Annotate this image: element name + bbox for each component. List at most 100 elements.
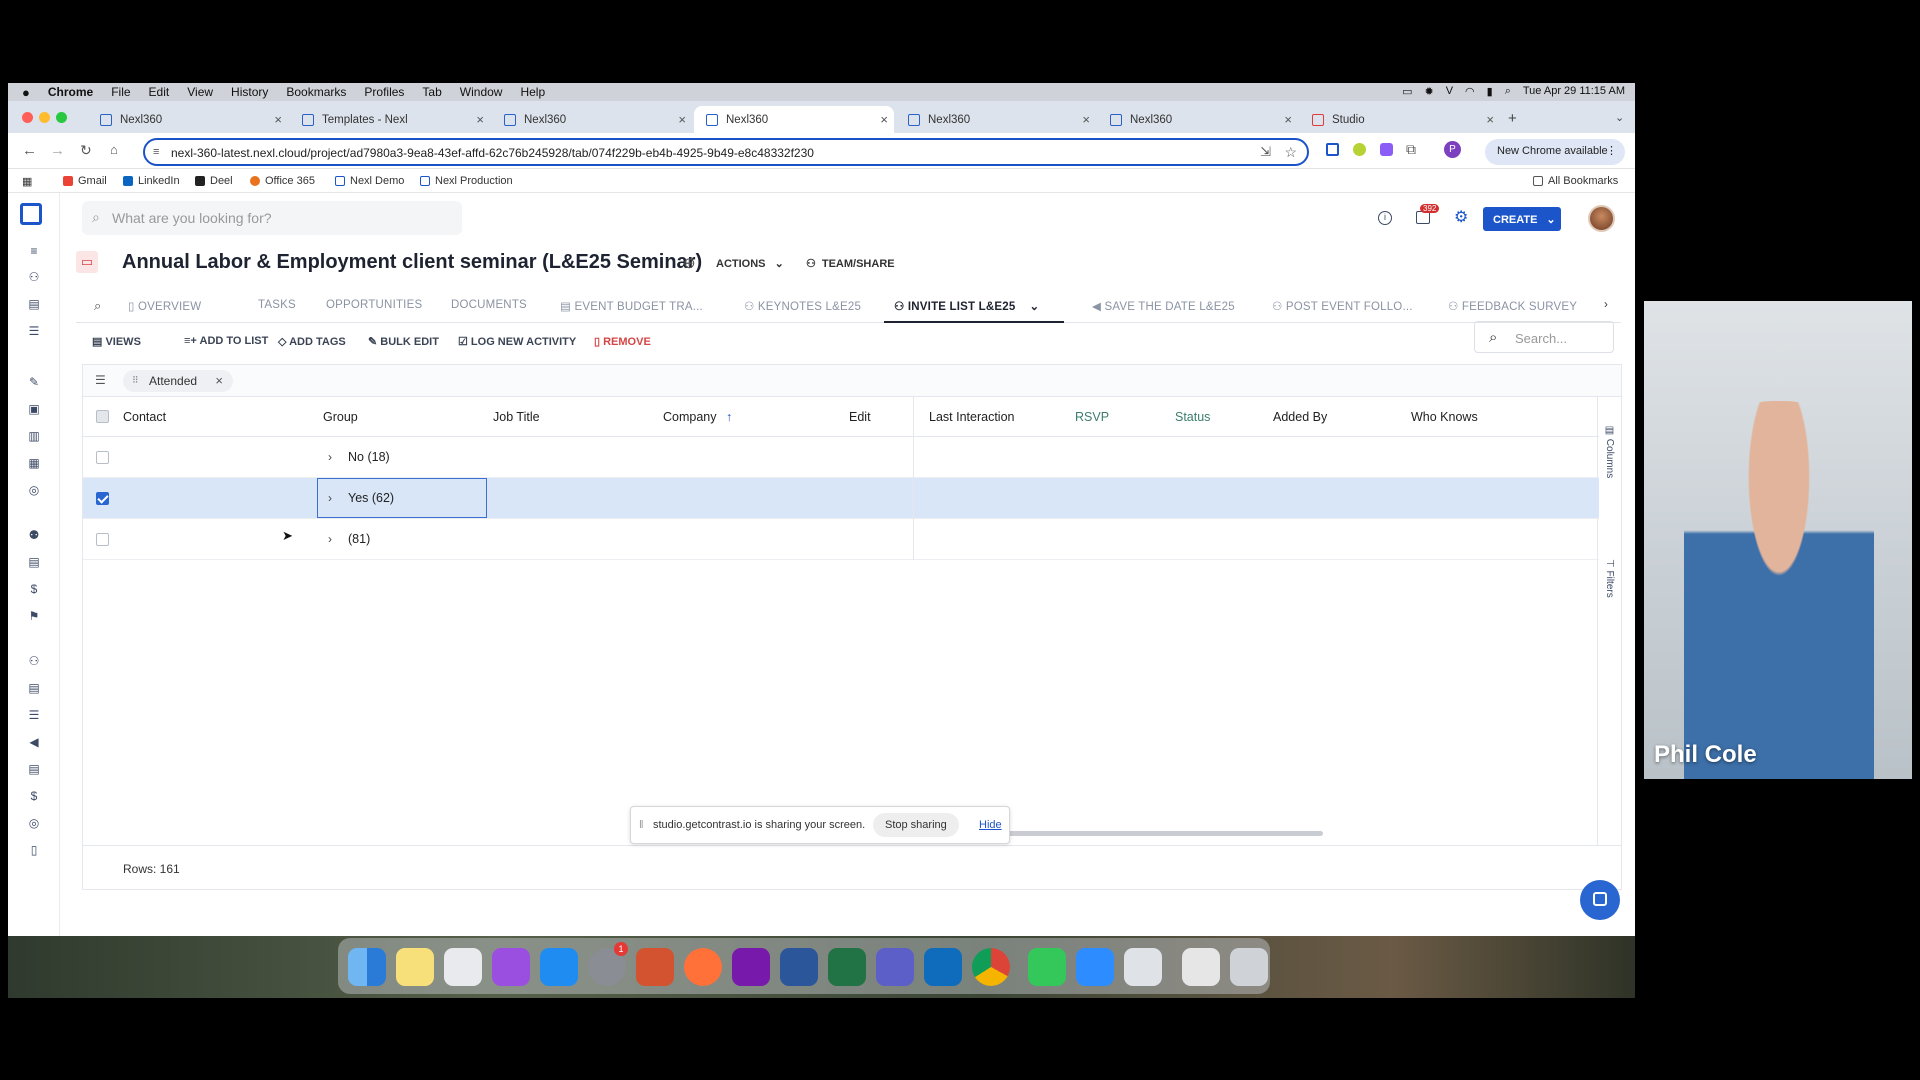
book-icon[interactable]: ▥ xyxy=(27,430,41,442)
user-avatar[interactable] xyxy=(1588,205,1615,232)
bulk-edit-button[interactable]: ✎ BULK EDIT xyxy=(368,335,439,348)
preview-icon[interactable] xyxy=(1124,948,1162,986)
pen-icon[interactable]: ✎ xyxy=(27,376,41,388)
person-add-icon[interactable]: ⚉ xyxy=(27,529,41,541)
column-header-group[interactable]: Group xyxy=(323,410,358,424)
column-header-status[interactable]: Status xyxy=(1175,410,1210,424)
extensions-puzzle-icon[interactable]: ⧉ xyxy=(1406,141,1416,158)
excel-icon[interactable] xyxy=(828,948,866,986)
search-icon[interactable]: ⌕ xyxy=(1505,85,1511,98)
bookmark-office365[interactable]: Office 365 xyxy=(250,175,315,187)
building-icon[interactable]: ▤ xyxy=(27,763,41,775)
menu-view[interactable]: View xyxy=(187,85,213,99)
grid-icon[interactable]: ▦ xyxy=(27,457,41,469)
chevron-right-icon[interactable]: › xyxy=(328,450,332,464)
people-group-icon[interactable]: ⚇ xyxy=(27,655,41,667)
column-header-who-knows[interactable]: Who Knows xyxy=(1411,410,1478,424)
close-tab-icon[interactable]: × xyxy=(1284,112,1292,127)
row-checkbox[interactable] xyxy=(96,533,109,546)
row-checkbox[interactable] xyxy=(96,451,109,464)
menu-help[interactable]: Help xyxy=(520,85,545,99)
messages-icon[interactable] xyxy=(1028,948,1066,986)
people-icon[interactable]: ⚇ xyxy=(27,271,41,283)
companies-icon[interactable]: ▤ xyxy=(27,298,41,310)
menubar-clock[interactable]: Tue Apr 29 11:15 AM xyxy=(1523,85,1625,98)
zoom-icon[interactable] xyxy=(1076,948,1114,986)
menu-edit[interactable]: Edit xyxy=(149,85,170,99)
all-bookmarks[interactable]: All Bookmarks xyxy=(1533,175,1618,187)
building-icon[interactable]: ▤ xyxy=(27,682,41,694)
forward-icon[interactable]: → xyxy=(50,142,65,159)
tab-event-budget[interactable]: ▤ EVENT BUDGET TRA... xyxy=(560,299,703,313)
bookmark-star-icon[interactable]: ☆ xyxy=(1284,144,1297,161)
teams-icon[interactable] xyxy=(876,948,914,986)
vpn-icon[interactable]: V xyxy=(1446,85,1453,98)
add-tags-button[interactable]: ◇ ADD TAGS xyxy=(278,335,346,348)
team-share-button[interactable]: ⚇ TEAM/SHARE xyxy=(806,257,895,270)
extension-icon[interactable] xyxy=(1326,143,1339,156)
global-search-input[interactable]: ⌕ What are you looking for? xyxy=(82,201,462,235)
stop-sharing-button[interactable]: Stop sharing xyxy=(873,813,959,837)
megaphone-icon[interactable]: ◀ xyxy=(27,736,41,748)
nexl-logo[interactable] xyxy=(20,203,42,225)
profile-avatar[interactable]: P xyxy=(1444,141,1461,158)
wifi-icon[interactable]: ◠ xyxy=(1465,85,1475,98)
column-header-company[interactable]: Company ↑ xyxy=(663,410,732,424)
menu-window[interactable]: Window xyxy=(460,85,503,99)
tab-post-event[interactable]: ⚇ POST EVENT FOLLO... xyxy=(1272,299,1413,313)
bullet-list-icon[interactable]: ☰ xyxy=(27,709,41,721)
sort-ascending-icon[interactable]: ↑ xyxy=(726,410,732,424)
url-input[interactable]: ≡ nexl-360-latest.nexl.cloud/project/ad7… xyxy=(143,138,1309,166)
menu-tab[interactable]: Tab xyxy=(422,85,441,99)
group-row-selected[interactable]: › Yes (62) xyxy=(83,478,1599,519)
bookmark-nexl-production[interactable]: Nexl Production xyxy=(420,175,513,187)
bookmark-nexl-demo[interactable]: Nexl Demo xyxy=(335,175,404,187)
browser-tab[interactable]: Nexl360 × xyxy=(896,106,1096,133)
column-header-last-interaction[interactable]: Last Interaction xyxy=(929,410,1014,424)
menu-chrome[interactable]: Chrome xyxy=(48,85,93,99)
list-icon[interactable]: ☰ xyxy=(27,325,41,337)
menu-file[interactable]: File xyxy=(111,85,130,99)
tab-tasks[interactable]: TASKS xyxy=(258,299,296,311)
columns-toggle[interactable]: ▤ Columns xyxy=(1604,425,1615,478)
tab-feedback-survey[interactable]: ⚇ FEEDBACK SURVEY xyxy=(1448,299,1577,313)
filter-lines-icon[interactable]: ☰ xyxy=(95,373,106,387)
tab-documents[interactable]: DOCUMENTS xyxy=(451,299,527,311)
documents-folder-icon[interactable] xyxy=(1182,948,1220,986)
home-icon[interactable]: ⌂ xyxy=(110,142,118,157)
column-header-job-title[interactable]: Job Title xyxy=(493,410,540,424)
tab-search-icon[interactable]: ⌕ xyxy=(94,298,101,314)
trash-icon[interactable] xyxy=(1230,948,1268,986)
column-header-added-by[interactable]: Added By xyxy=(1273,410,1327,424)
reload-icon[interactable]: ↻ xyxy=(80,142,92,159)
create-button[interactable]: CREATE ⌄ xyxy=(1483,207,1561,231)
close-tab-icon[interactable]: × xyxy=(678,112,686,127)
close-tab-icon[interactable]: × xyxy=(1082,112,1090,127)
extension-icon[interactable] xyxy=(1380,143,1393,156)
bookmark-gmail[interactable]: Gmail xyxy=(63,175,107,187)
target-icon[interactable]: ◎ xyxy=(27,817,41,829)
menu-history[interactable]: History xyxy=(231,85,268,99)
chat-support-button[interactable] xyxy=(1580,880,1620,920)
flag-icon[interactable]: ⚑ xyxy=(27,610,41,622)
browser-tab[interactable]: Nexl360 × xyxy=(1098,106,1298,133)
target-icon[interactable]: ◎ xyxy=(27,484,41,496)
browser-tab[interactable]: Nexl360 × xyxy=(88,106,288,133)
calendar-icon[interactable]: ▣ xyxy=(27,403,41,415)
podcasts-icon[interactable] xyxy=(492,948,530,986)
kebab-menu-icon[interactable]: ⋮ xyxy=(1606,144,1617,157)
chevron-down-icon[interactable]: ⌄ xyxy=(1029,301,1039,313)
new-chrome-available-button[interactable]: New Chrome available ⋮ xyxy=(1485,139,1625,165)
menu-bookmarks[interactable]: Bookmarks xyxy=(286,85,346,99)
remove-button[interactable]: ▯ REMOVE xyxy=(594,335,651,348)
column-header-rsvp[interactable]: RSVP xyxy=(1075,410,1109,424)
browser-tab[interactable]: Nexl360 × xyxy=(492,106,692,133)
drag-handle-icon[interactable]: ⠿ xyxy=(132,375,139,386)
building-icon[interactable]: ▤ xyxy=(27,556,41,568)
close-window-button[interactable] xyxy=(22,112,33,123)
bookmark-linkedin[interactable]: LinkedIn xyxy=(123,175,180,187)
browser-tab-active[interactable]: Nexl360 × xyxy=(694,106,894,133)
clipboard-icon[interactable]: ▯ xyxy=(27,844,41,856)
chevron-right-icon[interactable]: › xyxy=(328,532,332,546)
launchpad-icon[interactable] xyxy=(444,948,482,986)
